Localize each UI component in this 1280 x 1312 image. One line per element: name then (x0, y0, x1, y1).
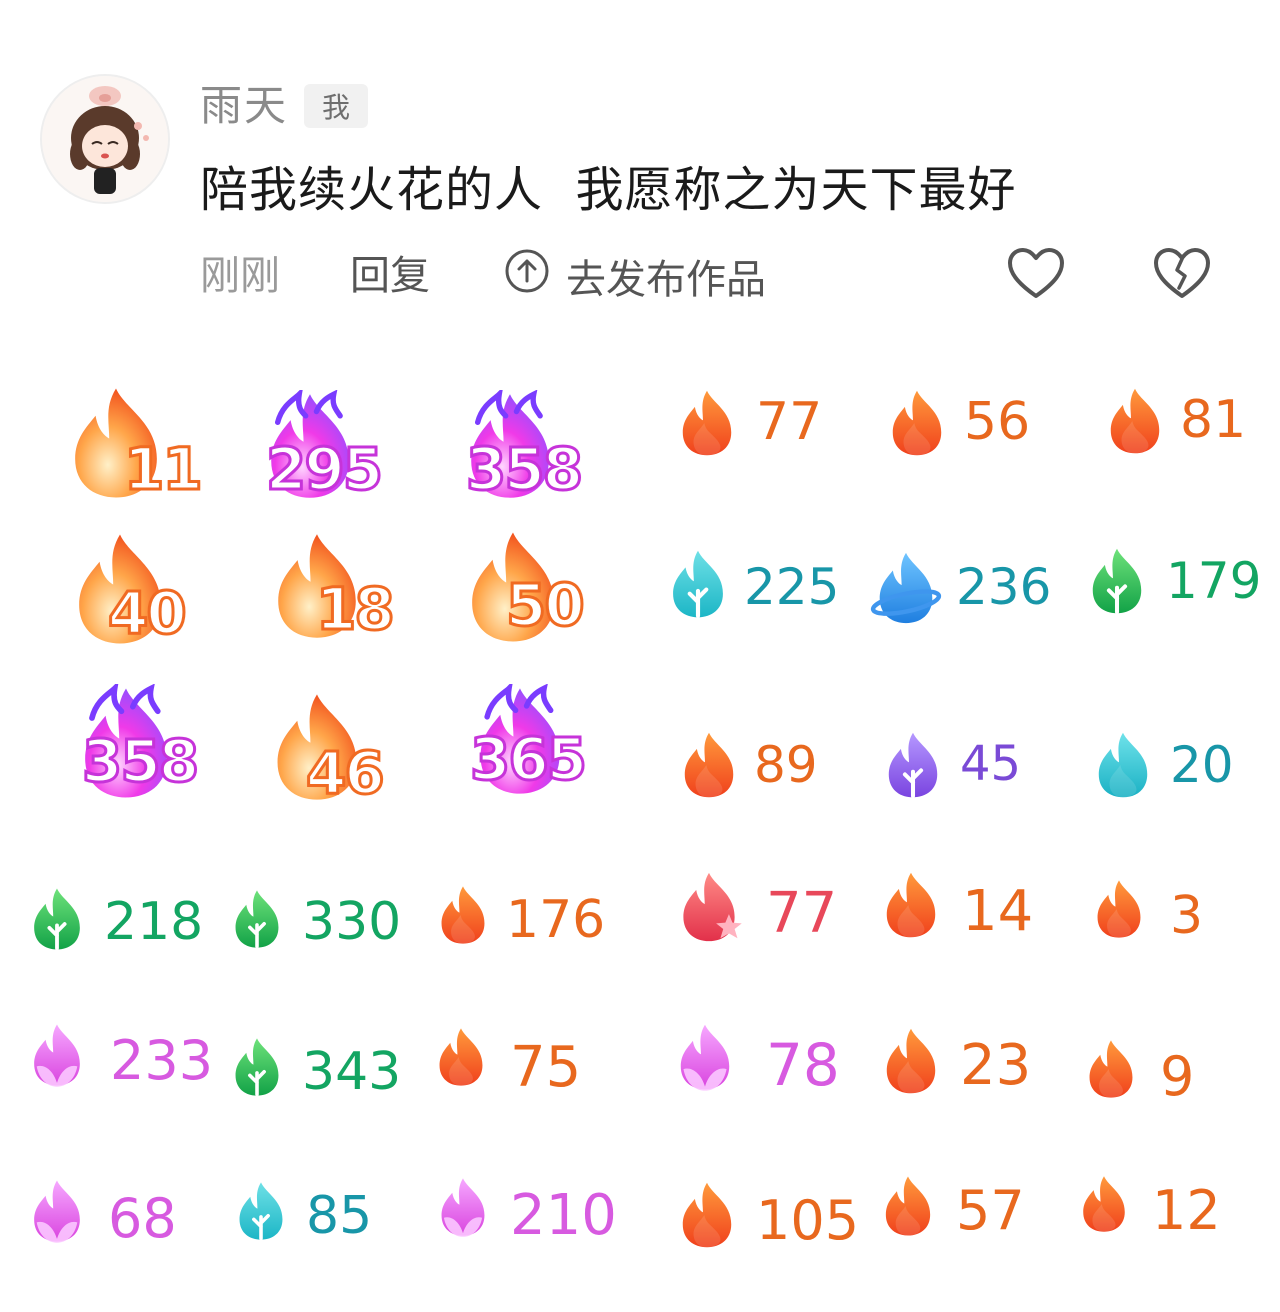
streak-count: 176 (506, 890, 606, 950)
streak-count: 295 (264, 435, 384, 503)
streak-count: 77 (756, 392, 823, 452)
streak-count: 75 (510, 1035, 582, 1100)
streak-badge-big: 50 (448, 528, 586, 646)
comment-item: 雨天 我 陪我续火花的人 我愿称之为天下最好 刚刚 回复 去发布作品 (0, 0, 1280, 330)
teal-leaf-flame-icon (662, 548, 734, 624)
me-badge: 我 (304, 84, 368, 128)
username[interactable]: 雨天 (200, 80, 288, 132)
streak-count: 9 (1160, 1045, 1195, 1108)
streak-badge-big: 365 (456, 680, 589, 798)
streak-count: 56 (964, 392, 1031, 452)
green-leaf-flame-icon (226, 888, 288, 954)
streak-count: 179 (1166, 552, 1262, 610)
heart-outline-icon (1008, 248, 1064, 298)
streak-count: 57 (956, 1179, 1025, 1242)
streak-badge-big: 358 (446, 386, 585, 502)
orange-flame-icon (430, 1026, 492, 1092)
streak-count: 23 (960, 1033, 1032, 1098)
streak-count: 50 (505, 571, 587, 639)
orange-flame-icon (876, 1174, 940, 1242)
orange-flame-icon (1100, 386, 1170, 460)
reply-button[interactable]: 回复 (350, 250, 430, 302)
streak-count: 3 (1170, 886, 1204, 946)
streak-count: 85 (306, 1186, 373, 1246)
streak-grid: 11 295 358 40 18 50 358 46 365 77 56 81 225 236 179 89 4… (0, 330, 1280, 1312)
streak-count: 210 (510, 1183, 617, 1248)
streak-count: 330 (302, 892, 402, 952)
streak-badge-big: 358 (60, 680, 201, 802)
teal-flame-icon (1088, 730, 1158, 804)
streak-count: 358 (464, 435, 584, 503)
streak-count: 18 (315, 575, 397, 643)
avatar[interactable] (40, 74, 170, 204)
arrow-up-circle-icon (504, 248, 550, 304)
streak-count: 105 (756, 1189, 860, 1252)
streak-badge-big: 40 (54, 530, 189, 648)
streak-badge-big: 46 (254, 690, 387, 807)
streak-count: 365 (468, 725, 588, 793)
green-leaf-flame-icon (24, 886, 90, 956)
orange-flame-icon (882, 388, 952, 462)
orange-flame-icon (672, 1180, 742, 1254)
orange-flame-icon (1080, 1038, 1142, 1104)
streak-count: 225 (744, 558, 840, 616)
teal-leaf-flame-icon (230, 1180, 292, 1246)
streak-count: 40 (107, 579, 189, 647)
orange-flame-icon (876, 870, 946, 944)
streak-count: 45 (960, 736, 1022, 792)
pink-petal-flame-icon (670, 1022, 740, 1096)
streak-count: 358 (80, 727, 200, 795)
orange-flame-icon (432, 884, 494, 950)
streak-badge-big: 11 (52, 384, 204, 502)
streak-count: 233 (110, 1029, 214, 1092)
orange-flame-icon (674, 730, 744, 804)
comment-text: 陪我续火花的人 我愿称之为天下最好 (200, 162, 1017, 218)
streak-count: 11 (123, 435, 205, 503)
green-leaf-flame-icon (1082, 546, 1152, 620)
purple-leaf-flame-icon (878, 730, 948, 804)
like-button[interactable] (1006, 246, 1066, 302)
streak-count: 78 (766, 1031, 840, 1099)
orange-flame-icon (1088, 878, 1150, 944)
pink-petal-flame-icon (24, 1022, 90, 1092)
streak-count: 14 (962, 879, 1034, 944)
streak-count: 20 (1170, 736, 1234, 794)
streak-count: 77 (766, 881, 838, 946)
publish-work-button[interactable]: 去发布作品 (504, 248, 766, 304)
streak-count: 46 (305, 739, 387, 807)
streak-count: 68 (108, 1187, 177, 1250)
broken-heart-icon (1154, 248, 1210, 298)
streak-badge-big: 18 (252, 530, 396, 642)
orange-flame-icon (672, 388, 742, 462)
publish-work-label: 去发布作品 (566, 257, 766, 303)
dislike-button[interactable] (1152, 246, 1212, 302)
streak-count: 12 (1152, 1179, 1221, 1242)
streak-count: 218 (104, 892, 204, 952)
streak-count: 343 (302, 1042, 402, 1102)
streak-count: 89 (754, 736, 818, 794)
orange-flame-icon (1074, 1174, 1134, 1238)
orange-flame-icon (876, 1026, 946, 1100)
blue-planet-flame-icon (868, 550, 944, 630)
pink-petal-flame-icon (24, 1178, 90, 1248)
streak-count: 236 (956, 558, 1052, 616)
red-star-flame-icon (672, 870, 746, 948)
pink-petal-flame-icon (432, 1176, 494, 1242)
streak-count: 81 (1180, 390, 1247, 450)
streak-badge-big: 295 (246, 386, 385, 502)
green-leaf-flame-icon (226, 1036, 288, 1102)
timestamp: 刚刚 (200, 253, 280, 299)
